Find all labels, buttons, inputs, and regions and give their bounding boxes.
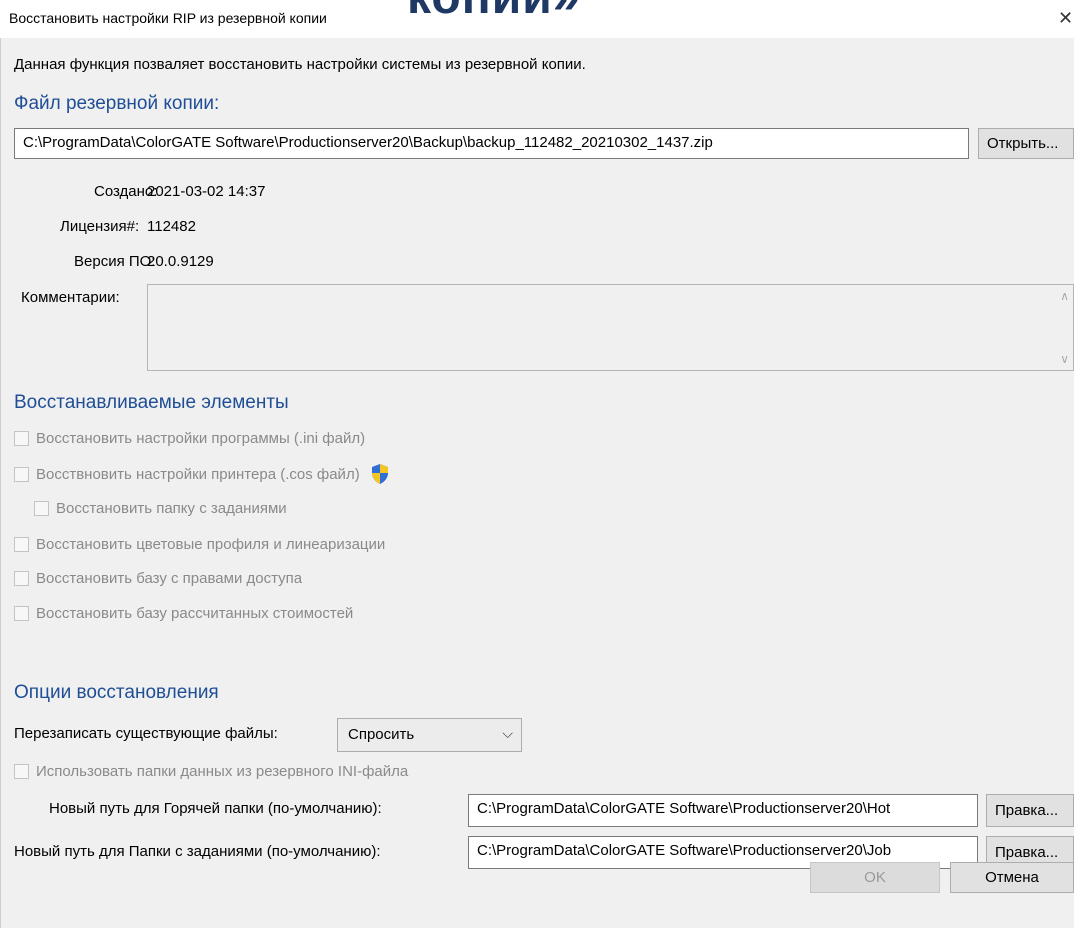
cancel-button[interactable]: Отмена — [950, 862, 1074, 893]
overlay-heading: копии» — [407, 0, 580, 22]
restore-cost-db-checkbox[interactable]: Восстановить базу рассчитанных стоимосте… — [14, 605, 353, 622]
license-value: 112482 — [147, 218, 196, 235]
overwrite-select[interactable]: Спросить ⌵ — [337, 718, 522, 752]
restore-printer-settings-checkbox[interactable]: Восствновить настройки принтера (.cos фа… — [14, 463, 390, 485]
checkbox-box[interactable] — [14, 571, 29, 586]
restore-access-db-checkbox[interactable]: Восстановить базу с правами доступа — [14, 570, 302, 587]
checkbox-label: Восстановить базу с правами доступа — [36, 570, 303, 587]
hot-folder-label: Новый путь для Горячей папки (по-умолчан… — [49, 800, 382, 817]
scroll-up-icon[interactable]: ∧ — [1060, 289, 1069, 303]
checkbox-box[interactable] — [14, 537, 29, 552]
overwrite-label: Перезаписать существующие файлы: — [14, 725, 278, 742]
checkbox-label: Восстановить настройки программы (.ini ф… — [36, 430, 366, 447]
version-value: 20.0.9129 — [147, 253, 214, 270]
comment-textarea[interactable]: ∧ ∨ — [147, 284, 1074, 371]
shield-icon — [371, 464, 388, 484]
backup-file-heading: Файл резервной копии: — [14, 93, 220, 114]
restore-color-profiles-checkbox[interactable]: Восстановить цветовые профиля и линеариз… — [14, 536, 385, 553]
comment-label: Комментарии: — [21, 289, 120, 306]
overwrite-selected-value: Спросить — [348, 726, 415, 743]
version-label: Версия ПО: — [74, 253, 156, 270]
edit-hot-folder-button[interactable]: Правка... — [986, 794, 1074, 827]
restore-options-heading: Опции восстановления — [14, 682, 219, 703]
scroll-down-icon[interactable]: ∨ — [1060, 352, 1069, 366]
chevron-down-icon: ⌵ — [502, 725, 513, 741]
description-text: Данная функция позваляет восстановить на… — [14, 56, 586, 73]
open-button[interactable]: Открыть... — [978, 128, 1074, 159]
license-label: Лицензия#: — [60, 218, 140, 235]
use-ini-folders-checkbox[interactable]: Использовать папки данных из резервного … — [14, 763, 408, 780]
window-title: Восстановить настройки RIP из резервной … — [9, 10, 327, 26]
checkbox-label: Восстановить цветовые профиля и линеариз… — [36, 536, 386, 553]
checkbox-box[interactable] — [34, 501, 49, 516]
checkbox-label: Восстановить папку с заданиями — [56, 500, 287, 517]
window-border — [0, 38, 1, 928]
checkbox-label: Использовать папки данных из резервного … — [36, 763, 409, 780]
close-icon[interactable]: ✕ — [1058, 8, 1073, 29]
job-folder-label: Новый путь для Папки с заданиями (по-умо… — [14, 843, 381, 860]
restore-items-heading: Восстанавливаемые элементы — [14, 392, 289, 413]
hot-folder-path-field[interactable]: C:\ProgramData\ColorGATE Software\Produc… — [468, 794, 978, 827]
checkbox-box[interactable] — [14, 764, 29, 779]
backup-file-path-field[interactable]: C:\ProgramData\ColorGATE Software\Produc… — [14, 128, 969, 159]
checkbox-label: Восствновить настройки принтера (.cos фа… — [36, 465, 360, 483]
ok-button[interactable]: OK — [810, 862, 940, 893]
created-value: 2021-03-02 14:37 — [147, 183, 266, 200]
checkbox-box[interactable] — [14, 431, 29, 446]
checkbox-label: Восстановить базу рассчитанных стоимосте… — [36, 605, 354, 622]
restore-program-settings-checkbox[interactable]: Восстановить настройки программы (.ini ф… — [14, 430, 365, 447]
checkbox-box[interactable] — [14, 466, 29, 482]
restore-jobs-folder-checkbox[interactable]: Восстановить папку с заданиями — [34, 500, 287, 517]
checkbox-box[interactable] — [14, 606, 29, 621]
